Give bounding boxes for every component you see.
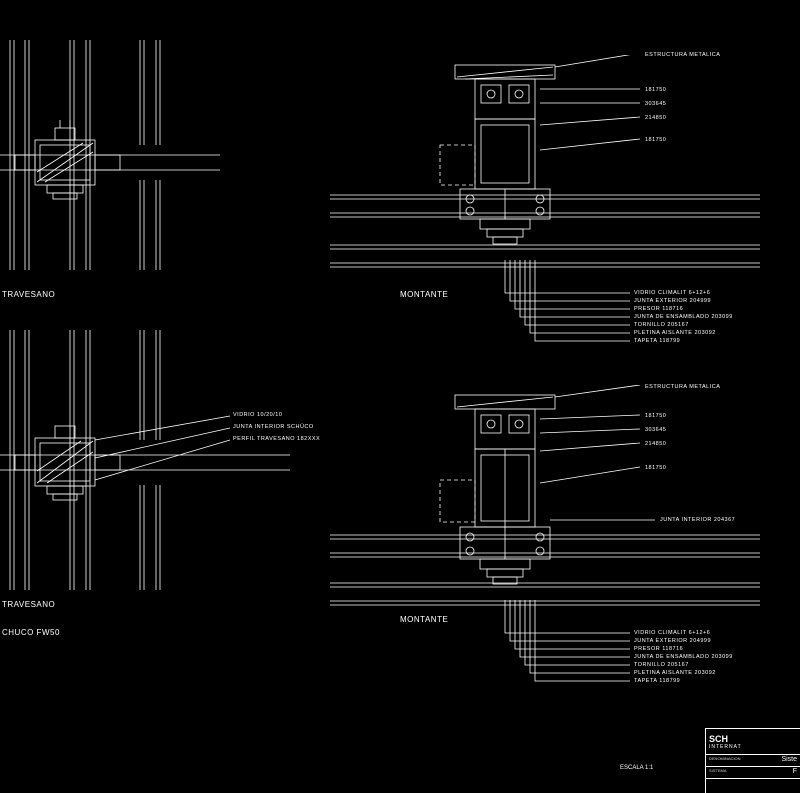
br-lower-0: VIDRIO CLIMALIT 6+12+6 bbox=[634, 630, 710, 636]
detail-travesano-top bbox=[0, 40, 220, 270]
tr-lower-3: JUNTA DE ENSAMBLADO 203099 bbox=[634, 314, 733, 320]
brand: SCH bbox=[709, 734, 797, 744]
tr-upper-1: 181750 bbox=[645, 87, 666, 93]
br-lower-6: TAPETA 118799 bbox=[634, 678, 680, 684]
tb-row2-value: F bbox=[793, 768, 797, 775]
titleblock: SCH INTERNAT DENOMINACION Siste SISTEMA … bbox=[705, 728, 800, 793]
tr-upper-4: 181750 bbox=[645, 137, 666, 143]
br-upper-4: 181750 bbox=[645, 465, 666, 471]
tr-lower-1: JUNTA EXTERIOR 204999 bbox=[634, 298, 711, 304]
tb-row1-label: DENOMINACION bbox=[709, 756, 741, 761]
br-mid: JUNTA INTERIOR 204367 bbox=[660, 517, 735, 523]
titleblock-row-2: SISTEMA F bbox=[706, 767, 800, 779]
label-travesano-bottom: TRAVESANO bbox=[2, 600, 55, 609]
callout-left-1: JUNTA INTERIOR SCHÜCO bbox=[233, 424, 314, 430]
callout-left-0: VIDRIO 10/20/10 bbox=[233, 412, 282, 418]
detail-montante-top bbox=[330, 55, 800, 345]
tr-lower-6: TAPETA 118799 bbox=[634, 338, 680, 344]
cad-drawing-canvas: TRAVESANO VIDRIO 10/20/10 JUNTA INTERIOR… bbox=[0, 0, 800, 793]
tb-row2-label: SISTEMA bbox=[709, 768, 727, 773]
callout-left-2: PERFIL TRAVESANO 182XXX bbox=[233, 436, 320, 442]
tr-upper-2: 303645 bbox=[645, 101, 666, 107]
scale-note: ESCALA 1:1 bbox=[620, 765, 653, 771]
label-travesano-top: TRAVESANO bbox=[2, 290, 55, 299]
tr-lower-5: PLETINA AISLANTE 203092 bbox=[634, 330, 716, 336]
br-upper-3: 214850 bbox=[645, 441, 666, 447]
br-lower-4: TORNILLO 205167 bbox=[634, 662, 689, 668]
br-upper-1: 181750 bbox=[645, 413, 666, 419]
br-upper-0: ESTRUCTURA METALICA bbox=[645, 384, 720, 390]
tr-lower-4: TORNILLO 205167 bbox=[634, 322, 689, 328]
tr-lower-0: VIDRIO CLIMALIT 6+12+6 bbox=[634, 290, 710, 296]
titleblock-logo: SCH INTERNAT bbox=[706, 729, 800, 755]
detail-montante-bottom bbox=[330, 385, 800, 685]
br-lower-3: JUNTA DE ENSAMBLADO 203099 bbox=[634, 654, 733, 660]
br-lower-1: JUNTA EXTERIOR 204999 bbox=[634, 638, 711, 644]
label-system: CHUCO FW50 bbox=[2, 628, 60, 637]
label-montante-top: MONTANTE bbox=[400, 290, 448, 299]
br-lower-2: PRESOR 118716 bbox=[634, 646, 683, 652]
tr-lower-2: PRESOR 118716 bbox=[634, 306, 683, 312]
brand-sub: INTERNAT bbox=[709, 744, 797, 750]
detail-travesano-bottom bbox=[0, 330, 290, 590]
tr-upper-3: 214850 bbox=[645, 115, 666, 121]
br-upper-2: 303645 bbox=[645, 427, 666, 433]
label-montante-bottom: MONTANTE bbox=[400, 615, 448, 624]
tr-upper-0: ESTRUCTURA METALICA bbox=[645, 52, 720, 58]
tb-row1-value: Siste bbox=[781, 756, 797, 763]
br-lower-5: PLETINA AISLANTE 203092 bbox=[634, 670, 716, 676]
titleblock-row-1: DENOMINACION Siste bbox=[706, 755, 800, 767]
